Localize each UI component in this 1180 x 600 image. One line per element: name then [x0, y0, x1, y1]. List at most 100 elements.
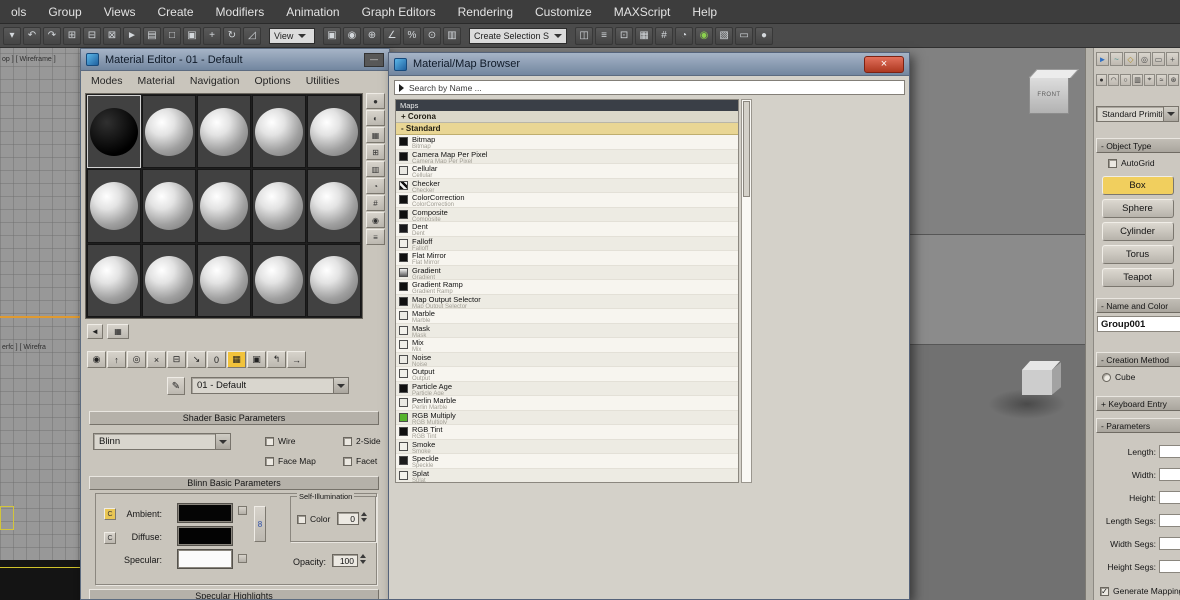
wire-checkbox[interactable]: Wire — [265, 436, 295, 446]
map-list-item[interactable]: Particle Age Particle Age — [396, 381, 738, 396]
window-crossing-icon[interactable]: ▣ — [183, 26, 201, 45]
sample-type-icon[interactable]: ● — [366, 93, 385, 109]
menu-item[interactable]: Options — [255, 75, 291, 87]
modify-tab-icon[interactable]: ~ — [1110, 52, 1123, 66]
menu-item[interactable]: ols — [0, 0, 37, 23]
map-list-item[interactable]: Perlin Marble Perlin Marble — [396, 396, 738, 411]
select-and-move-icon[interactable]: + — [203, 26, 221, 45]
shader-basic-parameters-rollout[interactable]: Shader Basic Parameters — [89, 411, 379, 425]
parameter-spinner[interactable] — [1159, 514, 1180, 527]
select-and-manipulate-icon[interactable]: ◉ — [343, 26, 361, 45]
copy-ambient-arrow-button[interactable] — [238, 506, 247, 515]
material-editor-icon[interactable]: ◉ — [695, 26, 714, 45]
map-list-item[interactable]: Composite Composite — [396, 207, 738, 222]
sample-slot[interactable] — [87, 95, 141, 169]
viewport-dark-area[interactable] — [0, 560, 80, 600]
sample-uv-tiling-icon[interactable]: ⊞ — [366, 144, 385, 160]
rectangular-selection-region-icon[interactable]: □ — [163, 26, 181, 45]
scrollbar-thumb[interactable] — [743, 101, 750, 197]
go-forward-to-sibling-icon[interactable]: → — [287, 351, 306, 368]
sample-palette-toggle-button[interactable]: ▦ — [107, 324, 129, 339]
opacity-spinner[interactable] — [360, 554, 366, 564]
show-map-in-viewport-icon[interactable]: ▦ — [227, 351, 246, 368]
map-list-item[interactable]: Cellular Cellular — [396, 164, 738, 179]
map-list-item[interactable]: Mix Mix — [396, 338, 738, 353]
browser-titlebar[interactable]: Material/Map Browser × — [389, 53, 909, 76]
sample-slot[interactable] — [197, 95, 251, 169]
map-list-item[interactable]: RGB Tint RGB Tint — [396, 425, 738, 440]
show-end-result-icon[interactable]: ▣ — [247, 351, 266, 368]
undo-icon[interactable]: ↶ — [23, 26, 41, 45]
make-material-copy-icon[interactable]: ⊟ — [167, 351, 186, 368]
menu-item[interactable]: Customize — [524, 0, 603, 23]
sample-slot[interactable] — [142, 169, 196, 243]
viewport-top-left[interactable]: op ] [ Wireframe ] erfc ] [ Wirefra — [0, 48, 80, 600]
parameter-spinner[interactable] — [1159, 491, 1180, 504]
sample-slot[interactable] — [307, 95, 361, 169]
map-list-item[interactable]: Checker Checker — [396, 178, 738, 193]
assign-material-to-selection-icon[interactable]: ◎ — [127, 351, 146, 368]
material-editor-titlebar[interactable]: Material Editor - 01 - Default — — [81, 49, 389, 71]
torus-button[interactable]: Torus — [1101, 245, 1174, 264]
systems-category-icon[interactable]: ⊛ — [1168, 74, 1179, 86]
menu-item[interactable]: Graph Editors — [351, 0, 447, 23]
parameters-rollout[interactable]: - Parameters — [1096, 418, 1180, 433]
search-input[interactable]: Search by Name ... — [394, 80, 905, 95]
cylinder-button[interactable]: Cylinder — [1101, 222, 1174, 241]
menu-item[interactable]: MAXScript — [603, 0, 682, 23]
mirror-icon[interactable]: ◫ — [575, 26, 594, 45]
render-production-icon[interactable]: ● — [755, 26, 774, 45]
go-to-parent-icon[interactable]: ↰ — [267, 351, 286, 368]
lock-color-link-icon[interactable]: 8 — [254, 506, 266, 542]
copy-specular-arrow-button[interactable] — [238, 554, 247, 563]
list-scrollbar[interactable] — [741, 99, 752, 483]
group-header-maps[interactable]: Maps — [396, 100, 738, 111]
spinner-snap-toggle-icon[interactable]: ⊙ — [423, 26, 441, 45]
viewport-middle[interactable] — [910, 235, 1085, 345]
opacity-value[interactable]: 100 — [332, 554, 358, 567]
sample-slot[interactable] — [87, 169, 141, 243]
menu-item[interactable]: Navigation — [190, 75, 240, 87]
menu-item[interactable]: Utilities — [306, 75, 340, 87]
sample-slot[interactable] — [252, 243, 306, 317]
named-selection-sets-icon[interactable]: ▥ — [443, 26, 461, 45]
sample-slot[interactable] — [197, 169, 251, 243]
map-list-item[interactable]: Marble Marble — [396, 309, 738, 324]
sphere-button[interactable]: Sphere — [1101, 199, 1174, 218]
motion-tab-icon[interactable]: ◎ — [1138, 52, 1151, 66]
make-preview-icon[interactable]: ◔ — [366, 178, 385, 194]
diffuse-color-swatch[interactable] — [177, 526, 233, 546]
viewcube[interactable]: FRONT — [1029, 76, 1069, 114]
group-header-corona[interactable]: + Corona — [396, 111, 738, 123]
minimize-button[interactable]: — — [364, 52, 384, 67]
menu-item[interactable]: Help — [681, 0, 728, 23]
autogrid-checkbox[interactable]: AutoGrid — [1108, 158, 1155, 168]
create-tab-icon[interactable]: ► — [1096, 52, 1109, 66]
sample-slot[interactable] — [142, 243, 196, 317]
parameter-spinner[interactable] — [1159, 445, 1180, 458]
faceted-checkbox[interactable]: Facet — [343, 456, 377, 466]
rendered-frame-window-icon[interactable]: ▭ — [735, 26, 754, 45]
map-list-item[interactable]: Splat Splat — [396, 468, 738, 482]
put-material-to-scene-icon[interactable]: ↑ — [107, 351, 126, 368]
map-list-item[interactable]: Output Output — [396, 367, 738, 382]
scene-object-wireframe[interactable] — [0, 506, 14, 530]
select-object-icon[interactable]: ► — [123, 26, 141, 45]
shapes-category-icon[interactable]: ◠ — [1108, 74, 1119, 86]
menu-item[interactable]: Group — [37, 0, 92, 23]
sample-slot[interactable] — [87, 243, 141, 317]
map-list-item[interactable]: Noise Noise — [396, 352, 738, 367]
menu-item[interactable]: Modes — [91, 75, 123, 87]
utilities-tab-icon[interactable]: + — [1166, 52, 1179, 66]
menu-item[interactable]: Animation — [275, 0, 350, 23]
ambient-color-swatch[interactable] — [177, 503, 233, 523]
map-list-item[interactable]: Flat Mirror Flat Mirror — [396, 251, 738, 266]
geometry-category-icon[interactable]: ● — [1096, 74, 1107, 86]
search-options-arrow-icon[interactable] — [399, 83, 404, 92]
material-id-channel-icon[interactable]: 0 — [207, 351, 226, 368]
primitive-category-dropdown[interactable]: Standard Primitives — [1096, 106, 1179, 122]
video-color-check-icon[interactable]: ▥ — [366, 161, 385, 177]
blinn-basic-parameters-rollout[interactable]: Blinn Basic Parameters — [89, 476, 379, 490]
material-editor-options-icon[interactable]: # — [366, 195, 385, 211]
viewport-label[interactable]: op ] [ Wireframe ] — [2, 56, 56, 63]
